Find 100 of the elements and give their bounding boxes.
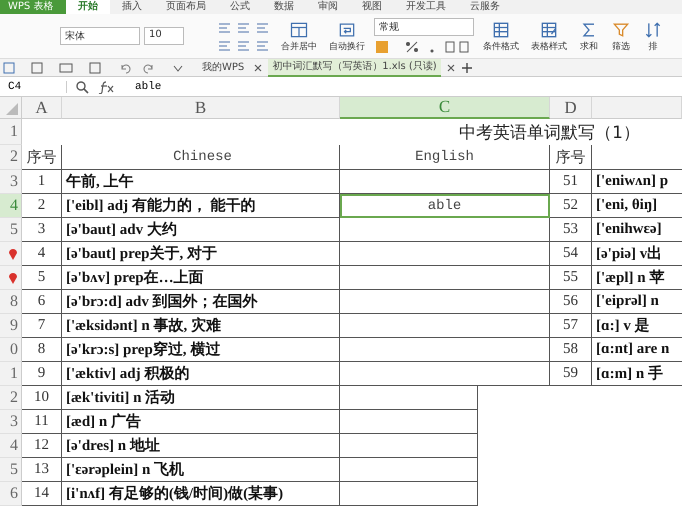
- name-box[interactable]: C4: [0, 80, 67, 92]
- row-header[interactable]: 6: [0, 482, 22, 506]
- ribbon-button[interactable]: 排: [640, 20, 666, 52]
- column-header[interactable]: A: [22, 97, 62, 119]
- row-header[interactable]: 2: [0, 145, 22, 170]
- ribbon-tab[interactable]: 视图: [350, 0, 394, 14]
- row-header[interactable]: 8: [0, 290, 22, 314]
- number-format-dropdown[interactable]: 常规: [374, 18, 474, 36]
- table-cell: [æk'tiviti] n 活动: [62, 386, 340, 410]
- table-cell: 6: [22, 290, 62, 314]
- table-cell: [ɑ:nt] are n: [592, 338, 682, 362]
- table-cell: [ə'baut] prep关于, 对于: [62, 242, 340, 266]
- table-cell: ['eni, θiŋ]: [592, 194, 682, 218]
- pin-icon: [8, 246, 18, 260]
- table-cell: 13: [22, 458, 62, 482]
- ribbon-tab[interactable]: 数据: [262, 0, 306, 14]
- search-icon[interactable]: [75, 80, 89, 94]
- function-icon[interactable]: [97, 80, 115, 94]
- table-cell: [ə'baut] adv 大约: [62, 218, 340, 242]
- ribbon-tab[interactable]: 云服务: [458, 0, 512, 14]
- table-cell: [ə'brɔ:d] adv 到国外；在国外: [62, 290, 340, 314]
- document-tab[interactable]: 初中词汇默写（写英语）1.xls (只读): [268, 58, 441, 76]
- column-header[interactable]: D: [550, 97, 592, 119]
- row-header[interactable]: 2: [0, 386, 22, 410]
- close-icon[interactable]: [254, 64, 262, 72]
- table-cell: 序号: [22, 145, 62, 170]
- row-header[interactable]: 3: [0, 410, 22, 434]
- table-cell: [ə'krɔ:s] prep穿过, 横过: [62, 338, 340, 362]
- table-cell: ['eniwʌn] p: [592, 170, 682, 194]
- table-cell: 3: [22, 218, 62, 242]
- table-cell: [ə'piə] v出: [592, 242, 682, 266]
- table-cell: 14: [22, 482, 62, 506]
- table-cell: 57: [550, 314, 592, 338]
- table-cell: ['æpl] n 苹: [592, 266, 682, 290]
- row-header[interactable]: 5: [0, 458, 22, 482]
- table-cell: ['æksidənt] n 事故, 灾难: [62, 314, 340, 338]
- ribbon-button[interactable]: 筛选: [608, 20, 634, 52]
- app-menu-button[interactable]: WPS 表格: [0, 0, 66, 14]
- row-header[interactable]: 5: [0, 218, 22, 242]
- table-cell: 8: [22, 338, 62, 362]
- table-cell: 7: [22, 314, 62, 338]
- table-style-icon: [539, 20, 559, 40]
- table-cell: 52: [550, 194, 592, 218]
- sheet-title: 中考英语单词默写（1）: [459, 122, 640, 144]
- table-cell: 2: [22, 194, 62, 218]
- new-tab-icon[interactable]: [460, 62, 473, 74]
- table-cell: 53: [550, 218, 592, 242]
- table-cell: ['enihwɛə]: [592, 218, 682, 242]
- table-cell: [i'nʌf] 有足够的(钱/时间)做(某事): [62, 482, 340, 506]
- table-cell: 9: [22, 362, 62, 386]
- grid-icon: [491, 20, 511, 40]
- table-cell: 10: [22, 386, 62, 410]
- ribbon-button[interactable]: 表格样式: [528, 20, 570, 52]
- row-header[interactable]: 1: [0, 362, 22, 386]
- ribbon-button[interactable]: 合并居中: [278, 20, 320, 52]
- table-cell: 59: [550, 362, 592, 386]
- row-header[interactable]: 9: [0, 314, 22, 338]
- column-header[interactable]: B: [62, 97, 340, 119]
- row-header[interactable]: [0, 242, 22, 266]
- table-cell: Chinese: [62, 145, 340, 170]
- document-tab[interactable]: 我的WPS: [198, 60, 248, 76]
- table-cell: able: [340, 194, 550, 218]
- table-cell: English: [340, 145, 550, 170]
- ribbon-tab[interactable]: 公式: [218, 0, 262, 14]
- sort-arrows-icon: [643, 20, 663, 40]
- font-name-dropdown[interactable]: 宋体: [60, 27, 140, 45]
- row-header[interactable]: 1: [0, 119, 22, 145]
- table-cell: ['eibl] adj 有能力的， 能干的: [62, 194, 340, 218]
- ribbon-tab[interactable]: 审阅: [306, 0, 350, 14]
- close-icon[interactable]: [446, 64, 455, 72]
- row-header[interactable]: 0: [0, 338, 22, 362]
- row-header[interactable]: 4: [0, 434, 22, 458]
- table-cell: ['eiprəl] n: [592, 290, 682, 314]
- ribbon-tab[interactable]: 插入: [110, 0, 154, 14]
- table-cell: 4: [22, 242, 62, 266]
- merge-cells-icon: [289, 20, 309, 40]
- ribbon-tab[interactable]: 页面布局: [154, 0, 218, 14]
- table-cell: [ə'bʌv] prep在…上面: [62, 266, 340, 290]
- table-cell: [ə'dres] n 地址: [62, 434, 340, 458]
- table-cell: 51: [550, 170, 592, 194]
- table-cell: [ɑ:m] n 手: [592, 362, 682, 386]
- table-cell: [ɑ:] v 是: [592, 314, 682, 338]
- ribbon-tab[interactable]: 开发工具: [394, 0, 458, 14]
- font-size-dropdown[interactable]: 10: [144, 27, 184, 45]
- table-cell: 56: [550, 290, 592, 314]
- ribbon-button[interactable]: 条件格式: [480, 20, 522, 52]
- row-header[interactable]: [0, 266, 22, 290]
- ribbon-button[interactable]: 求和: [576, 20, 602, 52]
- table-cell: 58: [550, 338, 592, 362]
- ribbon-button[interactable]: 自动换行: [326, 20, 368, 52]
- table-cell: 午前, 上午: [62, 170, 340, 194]
- row-header[interactable]: 3: [0, 170, 22, 194]
- table-cell: ['æktiv] adj 积极的: [62, 362, 340, 386]
- table-cell: 11: [22, 410, 62, 434]
- table-cell: 1: [22, 170, 62, 194]
- table-cell: 5: [22, 266, 62, 290]
- table-cell: 序号: [550, 145, 592, 170]
- formula-input[interactable]: able: [123, 80, 162, 92]
- pin-icon: [8, 270, 18, 284]
- ribbon-tab[interactable]: 开始: [66, 0, 110, 14]
